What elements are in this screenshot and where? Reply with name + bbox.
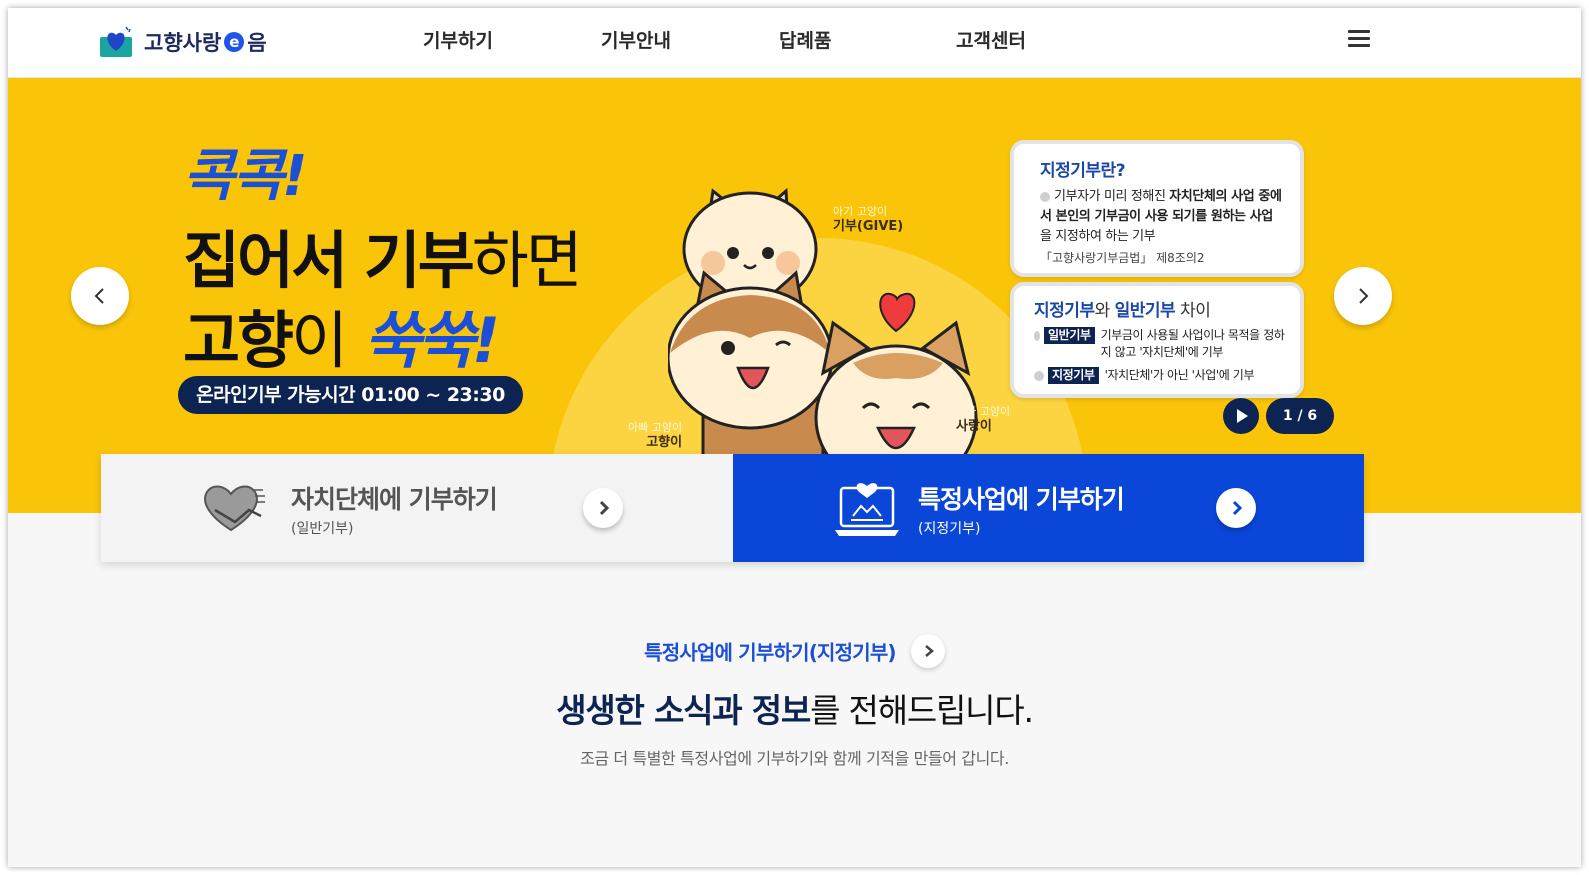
hamburger-icon[interactable] [1348, 30, 1370, 50]
difference-row-designated: 지정기부 '자치단체'가 아닌 '사업'에 기부 [1034, 367, 1286, 384]
general-donation-desc: 기부금이 사용될 사업이나 목적을 정하지 않고 '자치단체'에 기부 [1100, 328, 1285, 359]
hero-kicker: 콕콕! [183, 144, 308, 209]
section-link-go-button[interactable] [910, 634, 945, 668]
designated-donation-desc: '자치단체'가 아닌 '사업'에 기부 [1104, 368, 1255, 382]
page-frame: 고향사랑 e 음 기부하기 기부안내 답례품 고객센터 콕콕! 집어서 기부하면… [8, 8, 1581, 867]
site-header: 고향사랑 e 음 기부하기 기부안내 답례품 고객센터 [8, 8, 1581, 78]
card1-body-text2: 을 지정하여 하는 기부 [1040, 229, 1156, 244]
card2-title-part2: 와 [1094, 301, 1115, 321]
nav-item-guide[interactable]: 기부안내 [601, 26, 671, 53]
chevron-right-icon [1359, 288, 1369, 304]
hero-headline-line1: 집어서 기부하면 [183, 210, 583, 300]
section-link-text[interactable]: 특정사업에 기부하기(지정기부) [644, 641, 896, 665]
logo-e-mark: e [224, 32, 245, 52]
card2-title: 지정기부와 일반기부 차이 [1034, 296, 1286, 321]
check-icon [1040, 191, 1050, 202]
card2-title-part3: 일반기부 [1114, 301, 1176, 321]
dad-cat-role: 아빠 고양이 [628, 421, 683, 434]
nav-item-gifts[interactable]: 답례품 [779, 26, 831, 53]
designated-donation-tag: 지정기부 [1048, 367, 1099, 384]
designated-donation-section-link: 특정사업에 기부하기(지정기부) [8, 634, 1581, 668]
slider-next-button[interactable] [1334, 267, 1392, 325]
hero-line2-bold: 고향 [183, 304, 294, 377]
chevron-right-icon [925, 645, 934, 657]
card2-title-part1: 지정기부 [1034, 301, 1095, 321]
difference-row-general: 일반기부 기부금이 사용될 사업이나 목적을 정하지 않고 '자치단체'에 기부 [1034, 327, 1286, 361]
section-headline: 생생한 소식과 정보를 전해드립니다. [8, 684, 1581, 732]
mom-cat-role: 엄마 고양이 [956, 405, 1011, 418]
section-headline-bold: 생생한 소식과 정보 [556, 691, 811, 730]
card1-body: 기부자가 미리 정해진 자치단체의 사업 중에서 본인의 기부금이 사용 되기를… [1040, 187, 1284, 247]
general-donation-title: 자치단체에 기부하기 [291, 485, 498, 514]
slide-counter: 1 / 6 [1266, 398, 1334, 434]
chevron-right-icon [1232, 500, 1243, 516]
check-icon [1034, 331, 1041, 341]
designated-donation-go-button[interactable] [1216, 488, 1256, 528]
chevron-right-icon [599, 500, 610, 516]
chevron-left-icon [94, 288, 104, 304]
hero-line1-thin: 하면 [471, 224, 583, 297]
mom-cat-label: 엄마 고양이 사랑이 [956, 404, 1010, 434]
donation-type-selector: 자치단체에 기부하기 (일반기부) 특정사업에 기부하기 (지정기부) [101, 454, 1364, 562]
logo-text: 고향사랑 e 음 [144, 27, 267, 57]
laptop-donation-icon [835, 483, 899, 536]
card1-law-reference: 「고향사랑기부금법」 제8조의2 [1040, 251, 1205, 265]
card2-title-part4: 차이 [1175, 301, 1211, 321]
slider-play-button[interactable] [1223, 398, 1259, 434]
check-icon [1034, 371, 1044, 381]
hero-line1-bold: 집어서 기부 [183, 224, 475, 297]
general-donation-go-button[interactable] [583, 488, 623, 528]
section-subline: 조금 더 특별한 특정사업에 기부하기와 함께 기적을 만들어 갑니다. [580, 749, 1009, 768]
slider-prev-button[interactable] [71, 267, 129, 325]
mom-cat-name: 사랑이 [956, 419, 992, 434]
site-logo[interactable]: 고향사랑 e 음 [100, 22, 267, 62]
nav-item-support[interactable]: 고객센터 [956, 26, 1026, 53]
donation-hours-badge: 온라인기부 가능시간 01:00 ~ 23:30 [178, 376, 523, 414]
hero-line2-thin: 이 [291, 304, 348, 377]
baby-cat-name: 기부(GIVE) [833, 219, 904, 234]
logo-text-part2: 음 [247, 31, 267, 55]
dad-cat-label: 아빠 고양이 고향이 [628, 420, 682, 450]
donation-difference-info-card: 지정기부와 일반기부 차이 일반기부 기부금이 사용될 사업이나 목적을 정하지… [1010, 282, 1304, 398]
designated-donation-title: 특정사업에 기부하기 [918, 485, 1125, 514]
general-donation-tag: 일반기부 [1044, 327, 1095, 344]
nav-item-donate[interactable]: 기부하기 [423, 26, 493, 53]
dad-cat-name: 고향이 [646, 435, 683, 450]
baby-cat-role: 아기 고양이 [833, 205, 888, 218]
general-donation-card[interactable]: 자치단체에 기부하기 (일반기부) [101, 454, 733, 562]
logo-text-part1: 고향사랑 [144, 31, 222, 55]
logo-heart-icon [100, 25, 134, 59]
hero-banner: 콕콕! 집어서 기부하면 고향이 쑥쑥! 온라인기부 가능시간 01:00 ~ … [8, 78, 1581, 513]
general-donation-subtitle: (일반기부) [291, 521, 354, 537]
designated-donation-info-card: 지정기부란? 기부자가 미리 정해진 자치단체의 사업 중에서 본인의 기부금이… [1010, 140, 1304, 277]
hero-headline-line2: 고향이 쑥쑥! [183, 290, 500, 380]
card1-title: 지정기부란? [1040, 161, 1126, 181]
designated-donation-card[interactable]: 특정사업에 기부하기 (지정기부) [733, 454, 1364, 562]
card1-body-text1: 기부자가 미리 정해진 [1054, 189, 1170, 204]
section-headline-rest: 를 전해드립니다. [810, 691, 1034, 730]
heart-hands-icon [204, 485, 265, 532]
baby-cat-label: 아기 고양이 기부(GIVE) [833, 204, 903, 234]
hero-line2-accent: 쑥쑥! [363, 304, 500, 377]
designated-donation-subtitle: (지정기부) [918, 521, 981, 537]
